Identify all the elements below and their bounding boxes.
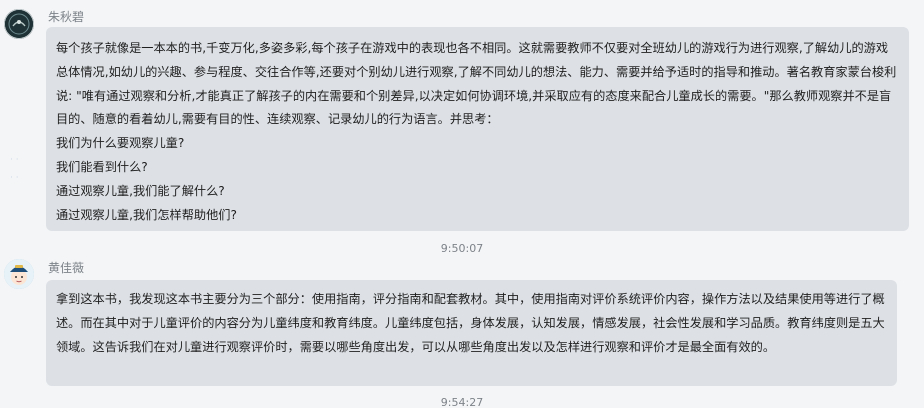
message-bubble[interactable]: 每个孩子就像是一本本的书,千变万化,多姿多彩,每个孩子在游戏中的表现也各不相同。… bbox=[46, 27, 909, 231]
watermark-decoration: · · · · bbox=[8, 150, 34, 188]
message-text: 拿到这本书，我发现这本书主要分为三个部分：使用指南，评分指南和配套教材。其中，使… bbox=[56, 292, 885, 354]
message-timestamp: 9:54:27 bbox=[440, 396, 484, 408]
chat-history[interactable]: · · · · 朱秋碧 每个孩子就像是一本本的书,千变万化,多姿多彩,每个孩子在… bbox=[0, 0, 924, 408]
svg-text:· ·: · · bbox=[10, 173, 19, 183]
message-text: 我们能看到什么? bbox=[56, 159, 148, 174]
message-text: 我们为什么要观察儿童? bbox=[56, 136, 185, 151]
message-text: 通过观察儿童,我们怎样帮助他们? bbox=[56, 207, 237, 222]
sender-name: 朱秋碧 bbox=[48, 10, 85, 24]
svg-text:· ·: · · bbox=[10, 155, 19, 165]
message-text: 通过观察儿童,我们能了解什么? bbox=[56, 183, 225, 198]
message-timestamp: 9:50:07 bbox=[440, 242, 484, 255]
message-bubble[interactable]: 拿到这本书，我发现这本书主要分为三个部分：使用指南，评分指南和配套教材。其中，使… bbox=[46, 280, 897, 386]
sender-name: 黄佳薇 bbox=[48, 261, 85, 275]
message-text: 每个孩子就像是一本本的书,千变万化,多姿多彩,每个孩子在游戏中的表现也各不相同。… bbox=[56, 41, 897, 127]
profile-avatar-icon bbox=[4, 259, 34, 289]
avatar[interactable] bbox=[4, 9, 34, 39]
profile-avatar-icon bbox=[5, 10, 33, 38]
avatar[interactable] bbox=[4, 259, 34, 289]
